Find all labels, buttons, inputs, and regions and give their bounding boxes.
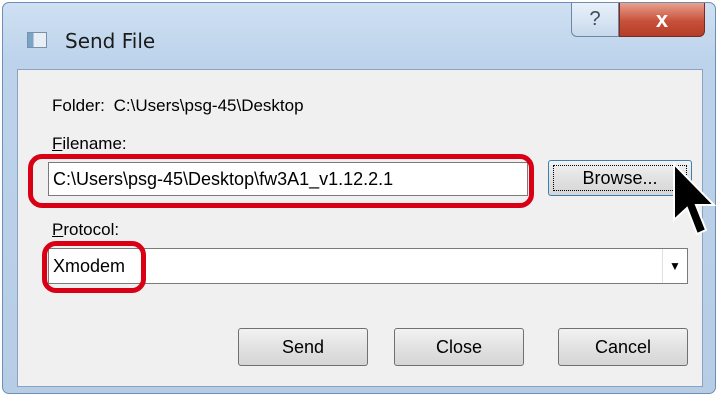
close-button[interactable]: Close <box>394 328 524 366</box>
send-label: Send <box>281 336 325 357</box>
filename-input[interactable]: C:\Users\psg-45\Desktop\fw3A1_v1.12.2.1 <box>48 162 528 196</box>
protocol-select[interactable]: Xmodem ▼ <box>48 248 688 284</box>
window-title: Send File <box>65 29 156 53</box>
cancel-label: Cancel <box>594 336 652 357</box>
protocol-label: Protocol: <box>52 220 120 239</box>
chevron-down-icon[interactable]: ▼ <box>662 249 687 283</box>
filename-value: C:\Users\psg-45\Desktop\fw3A1_v1.12.2.1 <box>53 168 394 189</box>
dialog-body: Folder: C:\Users\psg-45\Desktop Filename… <box>17 69 703 387</box>
folder-path: C:\Users\psg-45\Desktop <box>113 96 304 115</box>
send-file-dialog: Send File ? x Folder: C:\Users\psg-45\De… <box>2 2 716 394</box>
protocol-value: Xmodem <box>53 255 126 276</box>
folder-label: Folder: <box>52 96 105 115</box>
filename-label: Filename: <box>52 134 127 153</box>
mouse-pointer-icon <box>673 162 717 236</box>
close-label: Close <box>435 336 483 357</box>
folder-info: Folder: C:\Users\psg-45\Desktop <box>52 96 304 116</box>
close-window-button[interactable]: x <box>619 3 705 37</box>
help-button[interactable]: ? <box>571 3 619 37</box>
close-icon: x <box>655 6 669 32</box>
window-app-icon <box>27 32 47 48</box>
send-button[interactable]: Send <box>238 328 368 366</box>
cancel-button[interactable]: Cancel <box>558 328 688 366</box>
browse-button[interactable]: Browse... <box>548 160 692 196</box>
title-bar[interactable]: Send File ? x <box>3 3 715 69</box>
